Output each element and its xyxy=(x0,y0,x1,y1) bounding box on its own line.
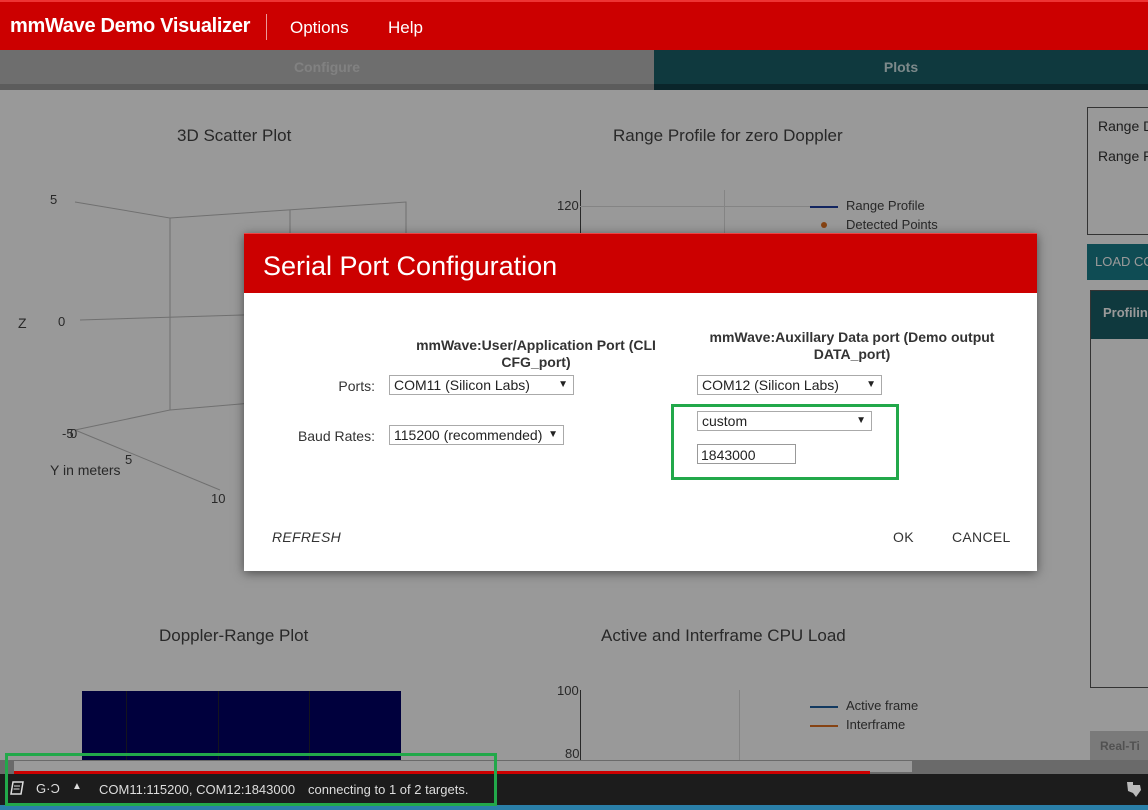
menu-help[interactable]: Help xyxy=(388,18,423,38)
dialog-header: Serial Port Configuration xyxy=(244,233,1037,293)
custom-baud-input[interactable] xyxy=(697,444,796,464)
refresh-button[interactable]: REFRESH xyxy=(272,529,341,545)
data-port-select[interactable]: COM12 (Silicon Labs) ▼ xyxy=(697,375,882,395)
app-header: mmWave Demo Visualizer Options Help xyxy=(0,0,1148,50)
dropdown-caret-icon: ▼ xyxy=(558,379,568,390)
dropdown-caret-icon: ▼ xyxy=(548,429,558,440)
ti-logo-icon xyxy=(1124,779,1144,802)
cli-port-heading: mmWave:User/Application Port (CLI CFG_po… xyxy=(416,337,656,370)
ports-label: Ports: xyxy=(338,378,375,394)
dropdown-caret-icon: ▼ xyxy=(866,379,876,390)
cancel-button[interactable]: CANCEL xyxy=(952,529,1011,545)
cli-baud-select[interactable]: 115200 (recommended) ▼ xyxy=(389,425,564,445)
ok-button[interactable]: OK xyxy=(893,529,914,545)
baud-rates-label: Baud Rates: xyxy=(297,428,375,444)
cli-port-select[interactable]: COM11 (Silicon Labs) ▼ xyxy=(389,375,574,395)
app-title: mmWave Demo Visualizer xyxy=(10,15,251,37)
menu-options[interactable]: Options xyxy=(290,18,349,38)
dropdown-caret-icon: ▼ xyxy=(856,415,866,426)
serial-port-dialog: Serial Port Configuration mmWave:User/Ap… xyxy=(244,233,1037,571)
header-separator xyxy=(266,14,267,40)
status-highlight xyxy=(5,753,497,806)
data-port-heading: mmWave:Auxillary Data port (Demo output … xyxy=(709,329,995,362)
data-baud-select[interactable]: custom ▼ xyxy=(697,411,872,431)
dialog-title: Serial Port Configuration xyxy=(263,251,558,281)
